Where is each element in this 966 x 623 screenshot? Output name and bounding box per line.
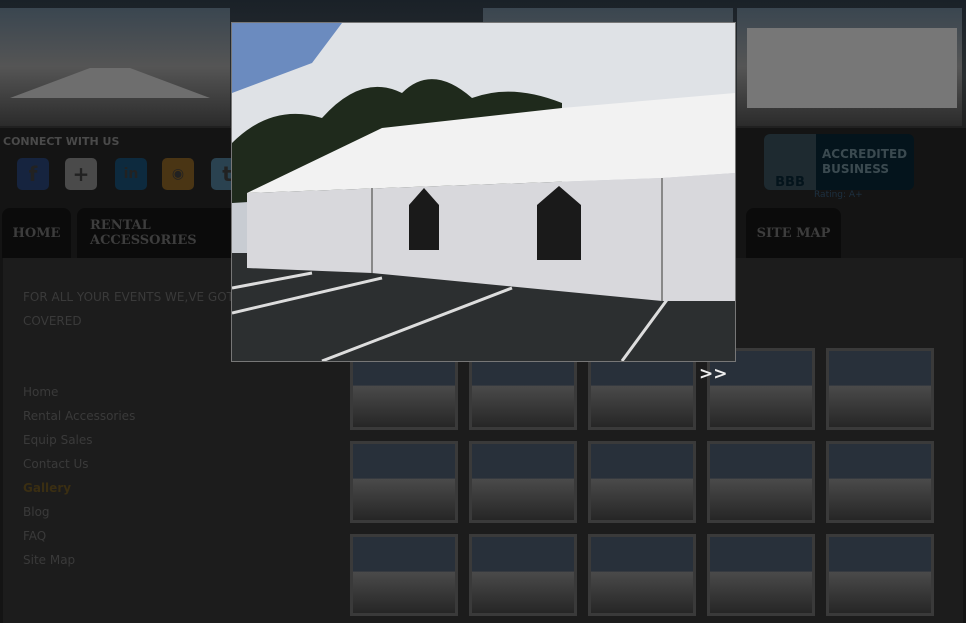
google-plus-icon[interactable]: + xyxy=(65,158,97,190)
gallery-thumbnail[interactable] xyxy=(588,534,696,616)
bbb-line2: BUSINESS xyxy=(822,162,889,176)
gallery-thumbnail[interactable] xyxy=(469,441,577,523)
bbb-rating: Rating: A+ xyxy=(814,190,863,200)
header-photo xyxy=(737,8,962,126)
gallery-thumbnail[interactable] xyxy=(350,534,458,616)
sidebar-item-gallery[interactable]: Gallery xyxy=(23,476,135,500)
sidebar-item-home[interactable]: Home xyxy=(23,380,135,404)
sidebar-nav: Home Rental Accessories Equip Sales Cont… xyxy=(23,380,135,572)
tab-site-map[interactable]: SITE MAP xyxy=(746,208,841,258)
tent-photo xyxy=(231,23,735,363)
bbb-badge[interactable]: BBB ACCREDITED BUSINESS xyxy=(764,134,914,190)
connect-label: CONNECT WITH US xyxy=(3,135,120,148)
tab-home[interactable]: HOME xyxy=(2,208,71,258)
tagline: FOR ALL YOUR EVENTS WE,VE GOT COVERED xyxy=(23,290,235,328)
gallery-thumbnail[interactable] xyxy=(707,534,815,616)
header-photo xyxy=(0,8,230,126)
bbb-logo: BBB xyxy=(764,134,816,190)
gallery-thumbnail[interactable] xyxy=(826,534,934,616)
gallery-thumbnail[interactable] xyxy=(469,534,577,616)
lightbox-image[interactable] xyxy=(231,22,736,363)
next-arrow-button[interactable]: >> xyxy=(699,364,728,384)
gallery-thumbnail[interactable] xyxy=(588,441,696,523)
sidebar-item-site-map[interactable]: Site Map xyxy=(23,548,135,572)
gallery-thumbnail[interactable] xyxy=(826,441,934,523)
sidebar-item-rental-accessories[interactable]: Rental Accessories xyxy=(23,404,135,428)
sidebar-item-contact-us[interactable]: Contact Us xyxy=(23,452,135,476)
sidebar-item-blog[interactable]: Blog xyxy=(23,500,135,524)
rss-icon[interactable]: ◉ xyxy=(162,158,194,190)
tab-rental-accessories[interactable]: RENTAL ACCESSORIES xyxy=(77,208,257,258)
sidebar-item-equip-sales[interactable]: Equip Sales xyxy=(23,428,135,452)
gallery-thumbnail[interactable] xyxy=(826,348,934,430)
gallery-thumbnail[interactable] xyxy=(707,441,815,523)
facebook-icon[interactable]: f xyxy=(17,158,49,190)
linkedin-icon[interactable]: in xyxy=(115,158,147,190)
gallery-thumbnail[interactable] xyxy=(350,441,458,523)
sidebar-item-faq[interactable]: FAQ xyxy=(23,524,135,548)
bbb-line1: ACCREDITED xyxy=(822,147,908,161)
